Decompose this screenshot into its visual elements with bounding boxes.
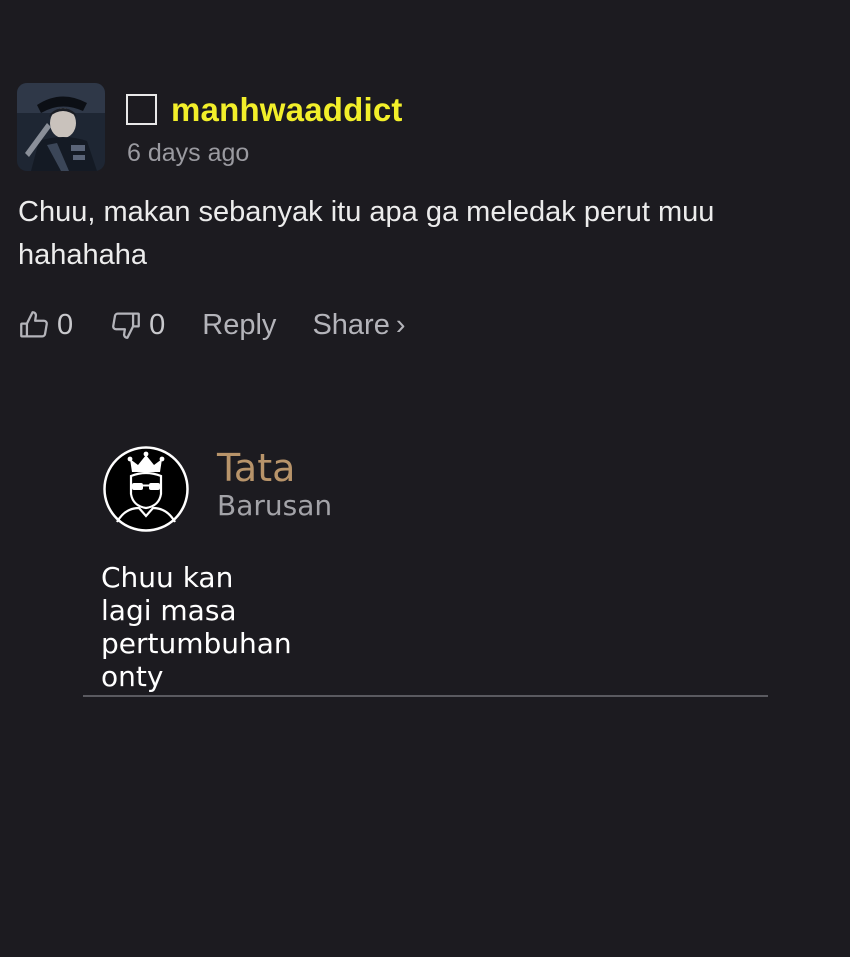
thumbs-down-icon <box>109 308 143 342</box>
share-label: Share <box>312 308 390 341</box>
like-count: 0 <box>57 308 74 341</box>
share-button[interactable]: Share › <box>312 309 405 342</box>
user-avatar[interactable] <box>17 83 105 171</box>
reply-body: Chuu kan lagi masa pertumbuhan onty <box>101 561 292 693</box>
reply-avatar[interactable] <box>103 446 189 532</box>
reply-username[interactable]: Tata <box>217 446 295 490</box>
reply-timestamp: Barusan <box>217 489 333 522</box>
dislike-button[interactable]: 0 <box>109 308 165 342</box>
divider <box>83 695 768 697</box>
reply-button[interactable]: Reply <box>202 309 276 342</box>
comment-thread: manhwaaddict 6 days ago Chuu, makan seba… <box>0 0 850 957</box>
comment-username[interactable]: manhwaaddict <box>171 91 403 129</box>
comment-timestamp: 6 days ago <box>127 139 250 167</box>
dislike-count: 0 <box>149 308 166 341</box>
like-button[interactable]: 0 <box>17 308 73 342</box>
chevron-right-icon: › <box>395 308 406 341</box>
comment-body: Chuu, makan sebanyak itu apa ga meledak … <box>18 196 715 271</box>
thumbs-up-icon <box>17 308 51 342</box>
comment-actions: 0 0 Reply Share › <box>17 303 406 347</box>
user-badge-icon <box>126 94 157 125</box>
